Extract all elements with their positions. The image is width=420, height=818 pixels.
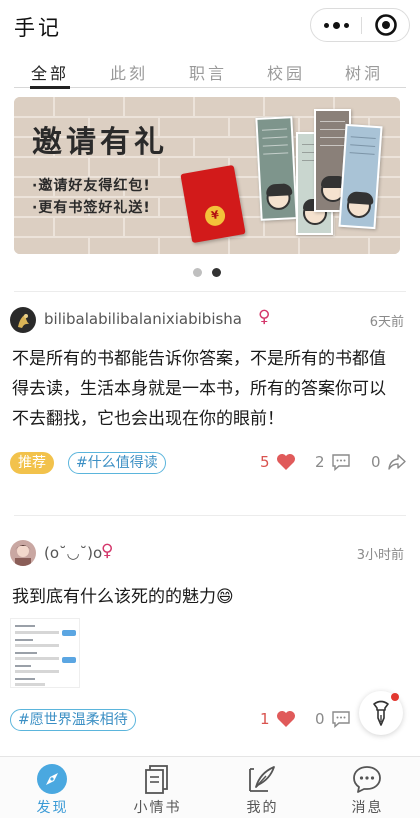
post-username[interactable]: bilibalabilibalanixiabibisha bbox=[44, 310, 242, 328]
post-username[interactable]: (o˘◡˘)o bbox=[44, 544, 102, 562]
like-count: 5 bbox=[260, 453, 270, 471]
comment-icon bbox=[331, 711, 350, 728]
carousel-dot[interactable] bbox=[193, 268, 202, 277]
comment-button[interactable]: 0 bbox=[315, 710, 351, 728]
comment-icon bbox=[331, 454, 350, 471]
tabs-divider bbox=[14, 87, 406, 88]
category-tabs: 全部 此刻 职言 校园 树洞 bbox=[0, 56, 420, 88]
like-button[interactable]: 5 bbox=[260, 453, 296, 471]
post-content[interactable]: 我到底有什么该死的的魅力😄 bbox=[12, 582, 408, 612]
post-time: 6天前 bbox=[369, 315, 404, 330]
bottom-navigation: 发现 小情书 我的 消息 bbox=[0, 756, 420, 818]
tab-all[interactable]: 全部 bbox=[20, 60, 80, 84]
comment-count: 0 bbox=[315, 710, 325, 728]
avatar[interactable] bbox=[10, 540, 36, 566]
close-mini-program-icon[interactable] bbox=[362, 9, 410, 41]
heart-icon bbox=[276, 711, 295, 727]
post-content-line: 得去读，生活本身就是一本书，所有的答案你可以 bbox=[12, 379, 386, 399]
banner-line-invite: ·邀请好友得红包! bbox=[32, 178, 151, 194]
carousel-dot-active[interactable] bbox=[212, 268, 221, 277]
nav-item-discover[interactable]: 发现 bbox=[0, 757, 105, 818]
nav-item-messages[interactable]: 消息 bbox=[315, 757, 420, 818]
nav-label: 我的 bbox=[246, 800, 279, 816]
banner-title: 邀请有礼 bbox=[32, 125, 168, 160]
comment-count: 2 bbox=[315, 453, 325, 471]
like-button[interactable]: 1 bbox=[260, 710, 296, 728]
yuan-coin-icon: ¥ bbox=[203, 204, 227, 228]
bookmark-illustration bbox=[338, 123, 383, 230]
nav-label: 消息 bbox=[351, 800, 384, 816]
chat-bubble-icon bbox=[353, 766, 381, 793]
female-gender-icon: ♀ bbox=[101, 541, 114, 561]
avatar[interactable] bbox=[10, 307, 36, 333]
post-content-line: 不是所有的书都能告诉你答案，不是所有的书都值 bbox=[12, 349, 386, 369]
mini-program-capsule bbox=[310, 8, 410, 42]
app-title: 手记 bbox=[14, 16, 62, 40]
pen-nib-icon bbox=[373, 700, 389, 726]
compass-icon bbox=[37, 764, 67, 794]
nav-item-love-letters[interactable]: 小情书 bbox=[105, 757, 210, 818]
notification-dot bbox=[391, 693, 399, 701]
bookmark-illustration bbox=[255, 116, 298, 221]
like-count: 1 bbox=[260, 710, 270, 728]
top-bar: 手记 bbox=[0, 0, 420, 52]
tab-this-moment[interactable]: 此刻 bbox=[99, 60, 159, 84]
banner-line-bookmark: ·更有书签好礼送! bbox=[32, 200, 151, 216]
female-gender-icon: ♀ bbox=[258, 307, 271, 327]
tab-tree-hole[interactable]: 树洞 bbox=[334, 60, 394, 84]
quill-icon bbox=[249, 766, 275, 792]
share-arrow-icon bbox=[387, 454, 406, 470]
more-options-icon[interactable] bbox=[311, 9, 361, 41]
post-image-thumbnail[interactable] bbox=[10, 618, 80, 688]
comment-button[interactable]: 2 bbox=[315, 453, 351, 471]
feed-divider bbox=[14, 515, 406, 516]
post-time: 3小时前 bbox=[356, 548, 404, 563]
heart-icon bbox=[276, 454, 295, 470]
recommend-badge: 推荐 bbox=[10, 452, 54, 474]
post-content[interactable]: 不是所有的书都能告诉你答案，不是所有的书都值 得去读，生活本身就是一本书，所有的… bbox=[12, 344, 408, 434]
topic-tag[interactable]: #愿世界温柔相待 bbox=[10, 709, 136, 731]
promo-banner[interactable]: 邀请有礼 ·邀请好友得红包! ·更有书签好礼送! ¥ bbox=[14, 97, 400, 254]
nav-label: 小情书 bbox=[133, 800, 182, 816]
share-button[interactable]: 0 bbox=[371, 453, 407, 471]
active-tab-indicator bbox=[30, 86, 70, 89]
topic-tag[interactable]: #什么值得读 bbox=[68, 452, 166, 474]
nav-item-mine[interactable]: 我的 bbox=[210, 757, 315, 818]
share-count: 0 bbox=[371, 453, 381, 471]
post-content-line: 不去翻找，它也会出现在你的眼前！ bbox=[12, 409, 284, 429]
book-icon bbox=[145, 765, 168, 794]
nav-label: 发现 bbox=[36, 800, 69, 816]
tab-campus[interactable]: 校园 bbox=[256, 60, 316, 84]
feed-divider bbox=[14, 291, 406, 292]
tab-workplace[interactable]: 职言 bbox=[178, 60, 238, 84]
